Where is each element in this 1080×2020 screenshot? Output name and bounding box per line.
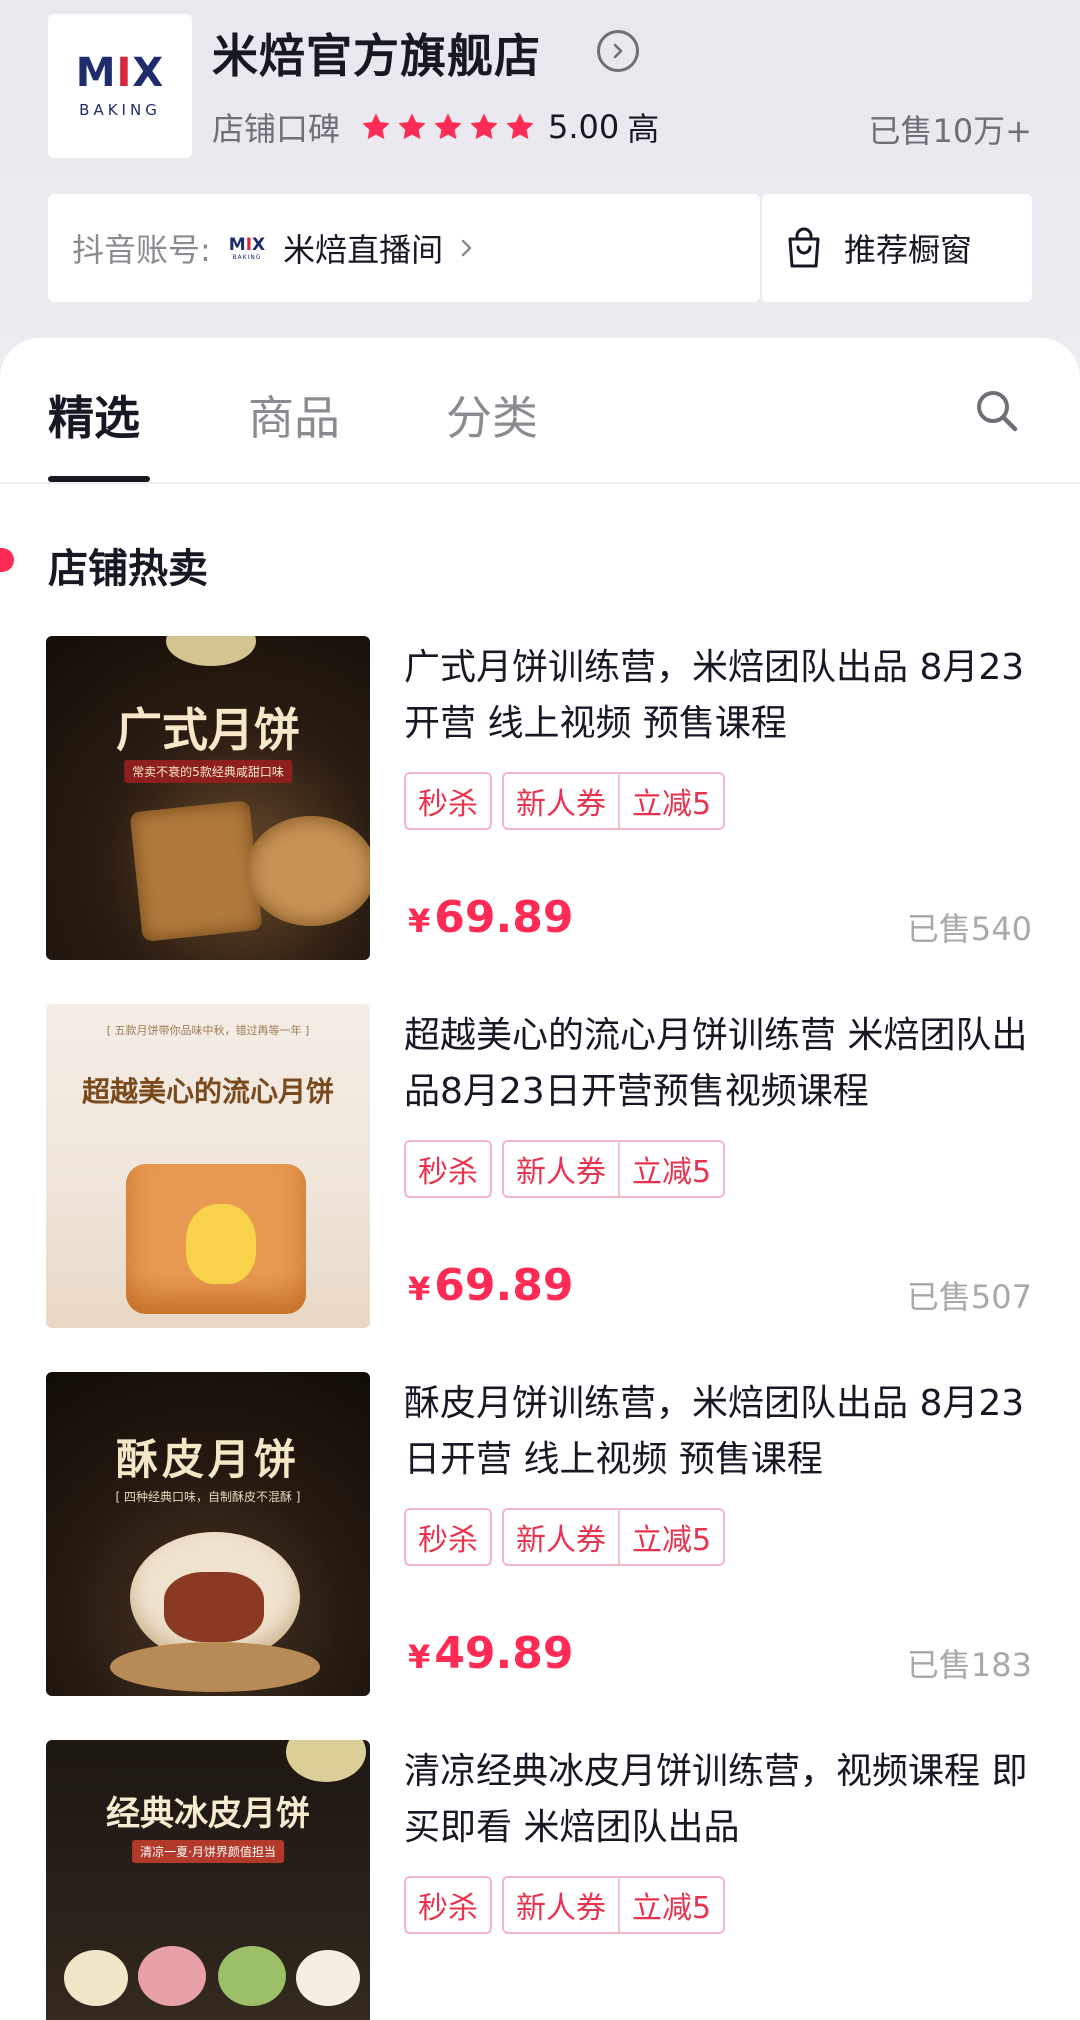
store-content: 精选 商品 分类 店铺热卖 广式月饼 常卖不衰的5款经典咸甜口味 广式月饼训练营… [0,338,1080,2020]
product-sold-count: 已售540 [906,910,1032,948]
product-tags: 秒杀 新人券 立减5 [404,1508,726,1566]
tab-featured[interactable]: 精选 [48,382,140,448]
product-title[interactable]: 广式月饼训练营，米焙团队出品 8月23开营 线上视频 预售课程 [404,640,1034,752]
currency-symbol: ¥ [408,1638,431,1676]
coupon-tags: 新人券 立减5 [502,1508,726,1566]
product-image-title: 广式月饼 [116,703,300,757]
product-sold-count: 已售183 [906,1646,1032,1684]
tab-bar: 精选 商品 分类 [0,338,1080,484]
product-image[interactable]: [ 五款月饼带你品味中秋，错过再等一年 ] 超越美心的流心月饼 [46,1004,370,1328]
rating-score: 5.00 [548,108,620,146]
douyin-account-link[interactable]: 抖音账号: MIX BAKING 米焙直播间 [48,194,760,302]
douyin-account-label: 抖音账号: [72,231,211,269]
tag-flash-sale: 秒杀 [404,1876,492,1934]
product-title[interactable]: 清凉经典冰皮月饼训练营，视频课程 即买即看 米焙团队出品 [404,1744,1034,1856]
product-title[interactable]: 超越美心的流心月饼训练营 米焙团队出品8月23日开营预售视频课程 [404,1008,1034,1120]
store-rating: 店铺口碑 5.00 高 [212,104,659,150]
rating-level: 高 [627,110,660,148]
product-image-subtitle: [ 五款月饼带你品味中秋，错过再等一年 ] [106,1024,310,1037]
product-image-subtitle: 清凉一夏·月饼界颜值担当 [132,1840,284,1863]
star-icon [434,113,462,140]
product-price: ¥ 69.89 [408,1260,573,1311]
tag-flash-sale: 秒杀 [404,1508,492,1566]
logo-wordmark: MIX [75,50,165,96]
star-icon [470,113,498,140]
section-marker [0,548,14,572]
store-sold-total: 已售10万+ [868,112,1032,150]
tag-new-user-coupon: 新人券 [516,1155,606,1190]
product-card[interactable]: [ 五款月饼带你品味中秋，错过再等一年 ] 超越美心的流心月饼 超越美心的流心月… [0,1004,1080,1334]
currency-symbol: ¥ [408,902,431,940]
product-image-subtitle: [ 四种经典口味，自制酥皮不混酥 ] [115,1490,301,1504]
product-card[interactable]: 酥皮月饼 [ 四种经典口味，自制酥皮不混酥 ] 酥皮月饼训练营，米焙团队出品 8… [0,1372,1080,1702]
search-icon[interactable] [972,386,1022,436]
tag-new-user-coupon: 新人券 [516,1891,606,1926]
product-image-subtitle: 常卖不衰的5款经典咸甜口味 [124,760,292,783]
recommended-showcase-button[interactable]: 推荐橱窗 [762,194,1032,302]
chevron-right-circle-icon[interactable] [597,30,639,72]
star-icon [398,113,426,140]
currency-symbol: ¥ [408,1270,431,1308]
tag-discount: 立减5 [618,1878,723,1932]
rating-label: 店铺口碑 [212,110,341,148]
product-price: ¥ 49.89 [408,1628,573,1679]
chevron-right-icon [461,239,472,257]
coupon-tags: 新人券 立减5 [502,1876,726,1934]
tag-new-user-coupon: 新人券 [516,1523,606,1558]
showcase-label: 推荐橱窗 [844,231,973,269]
coupon-tags: 新人券 立减5 [502,1140,726,1198]
product-tags: 秒杀 新人券 立减5 [404,772,726,830]
rating-stars [360,111,540,143]
store-logo[interactable]: MIX BAKING [48,14,192,158]
product-image[interactable]: 广式月饼 常卖不衰的5款经典咸甜口味 [46,636,370,960]
section-title: 店铺热卖 [48,546,208,592]
active-tab-indicator [48,476,150,482]
douyin-account-avatar: MIX BAKING [228,234,266,261]
tag-flash-sale: 秒杀 [404,772,492,830]
star-icon [506,113,534,140]
product-sold-count: 已售507 [906,1278,1032,1316]
coupon-tags: 新人券 立减5 [502,772,726,830]
tab-categories[interactable]: 分类 [446,382,538,448]
tag-new-user-coupon: 新人券 [516,787,606,822]
tag-discount: 立减5 [618,774,723,828]
product-image-title: 超越美心的流心月饼 [81,1075,334,1108]
tab-products[interactable]: 商品 [248,382,340,448]
product-image-title: 经典冰皮月饼 [106,1794,310,1834]
product-image[interactable]: 酥皮月饼 [ 四种经典口味，自制酥皮不混酥 ] [46,1372,370,1696]
tag-flash-sale: 秒杀 [404,1140,492,1198]
star-icon [362,113,390,140]
product-image-title: 酥皮月饼 [115,1435,300,1484]
product-title[interactable]: 酥皮月饼训练营，米焙团队出品 8月23日开营 线上视频 预售课程 [404,1376,1034,1488]
product-price: ¥ 69.89 [408,892,573,943]
logo-subtitle: BAKING [79,101,161,119]
product-card[interactable]: 广式月饼 常卖不衰的5款经典咸甜口味 广式月饼训练营，米焙团队出品 8月23开营… [0,636,1080,966]
price-value: 69.89 [434,1260,574,1311]
tag-discount: 立减5 [618,1510,723,1564]
price-value: 69.89 [434,892,574,943]
product-card[interactable]: 经典冰皮月饼 清凉一夏·月饼界颜值担当 清凉经典冰皮月饼训练营，视频课程 即买即… [0,1740,1080,2020]
product-tags: 秒杀 新人券 立减5 [404,1876,726,1934]
tag-discount: 立减5 [618,1142,723,1196]
product-tags: 秒杀 新人券 立减5 [404,1140,726,1198]
store-name[interactable]: 米焙官方旗舰店 [212,20,541,86]
shopping-bag-icon [788,227,820,268]
douyin-account-name: 米焙直播间 [283,231,444,269]
price-value: 49.89 [434,1628,574,1679]
product-image[interactable]: 经典冰皮月饼 清凉一夏·月饼界颜值担当 [46,1740,370,2020]
